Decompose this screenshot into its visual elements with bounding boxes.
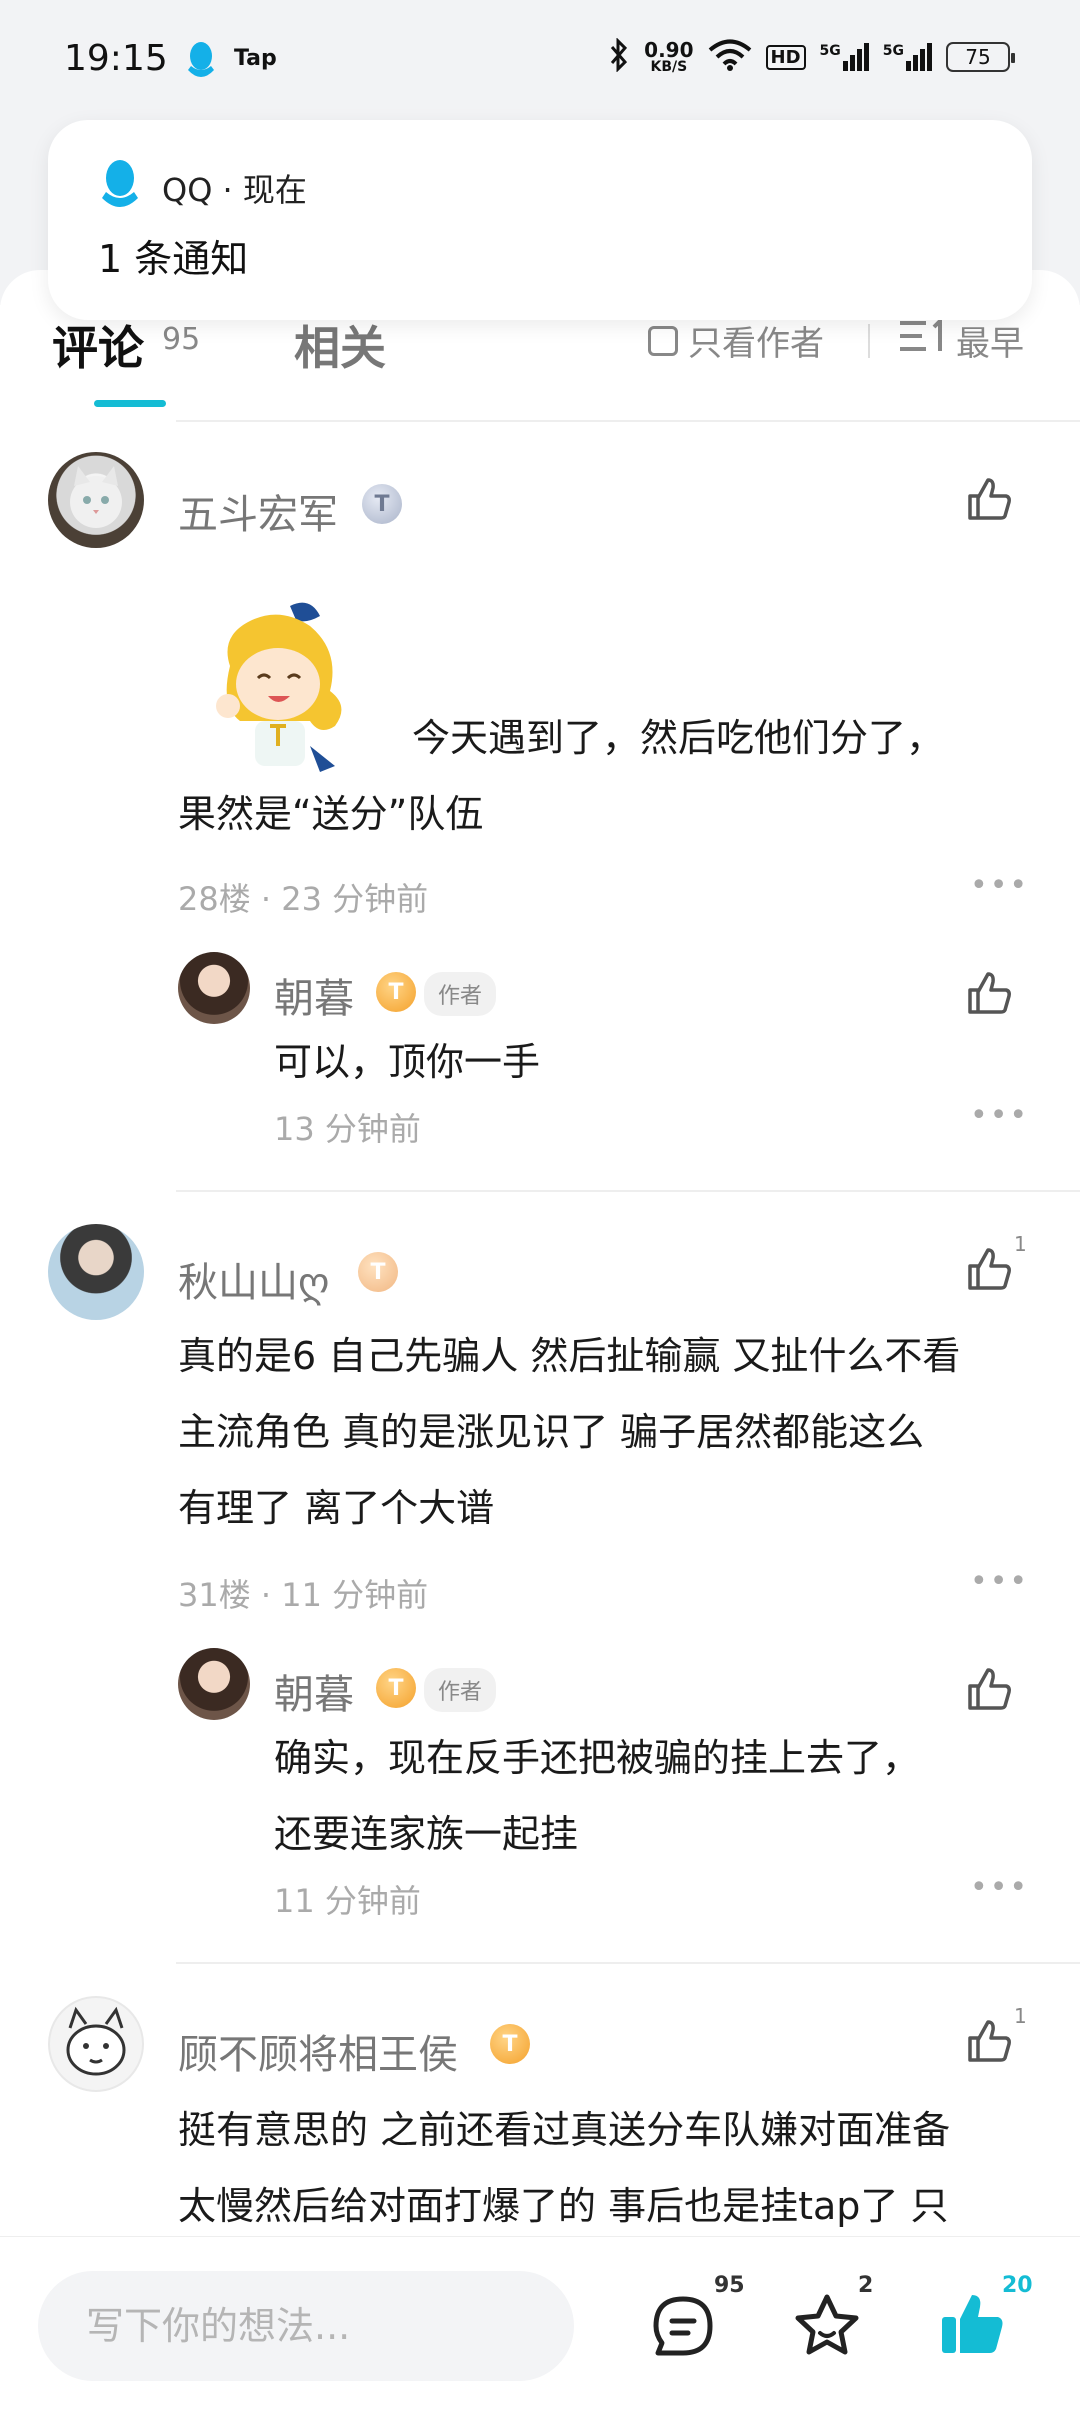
- signal-icon-2: 5G: [883, 43, 932, 71]
- sort-label: 最早: [956, 324, 1024, 364]
- more-options-icon[interactable]: •••: [970, 1564, 1029, 1599]
- net-speed-unit: KB/S: [650, 59, 688, 75]
- reply-text-line1: 确实，现在反手还把被骗的挂上去了，: [274, 1736, 921, 1780]
- sort-icon: [900, 316, 946, 362]
- bluetooth-icon: [608, 37, 630, 76]
- author-only-label: 只看作者: [688, 324, 824, 364]
- qq-status-icon: [183, 40, 219, 84]
- level-badge-icon: T: [490, 2024, 530, 2064]
- hd-icon: HD: [765, 44, 806, 70]
- comments-count: 95: [714, 2273, 745, 2298]
- bottom-action-bar: 写下你的想法... 95 2 20: [0, 2236, 1080, 2412]
- comment-text: 今天遇到了，然后吃他们分了，: [412, 716, 945, 760]
- comment-meta: 28楼 · 23 分钟前: [178, 880, 429, 918]
- reply-text-line2: 还要连家族一起挂: [274, 1812, 579, 1856]
- favorites-count: 2: [858, 2273, 874, 2298]
- author-tag: 作者: [424, 1668, 497, 1712]
- sort-toggle[interactable]: 最早: [900, 316, 1024, 365]
- like-icon[interactable]: [964, 474, 1014, 528]
- level-badge-icon: T: [376, 1668, 416, 1708]
- status-time: 19:15: [64, 38, 168, 79]
- author-tag: 作者: [424, 972, 497, 1016]
- avatar[interactable]: [48, 1996, 144, 2092]
- tab-active-indicator: [94, 400, 166, 407]
- likes-count: 20: [1002, 2273, 1033, 2298]
- reply-time: 11 分钟前: [274, 1882, 421, 1920]
- tabs-divider: [868, 324, 870, 358]
- signal-label-2: 5G: [882, 43, 904, 59]
- tab-related[interactable]: 相关: [294, 312, 386, 378]
- sticker-image: [200, 596, 360, 790]
- status-bar: 19:15 Tap 0.90 KB/S HD 5G 5G 75: [0, 0, 1080, 125]
- like-icon[interactable]: [964, 968, 1014, 1022]
- tab-comments[interactable]: 评论: [52, 312, 144, 378]
- author-only-toggle[interactable]: 只看作者: [648, 316, 824, 365]
- level-badge-icon: T: [358, 1252, 398, 1292]
- battery-icon: 75: [946, 42, 1015, 72]
- comment-text-line2: 主流角色 真的是涨见识了 骗子居然都能这么: [178, 1410, 925, 1454]
- more-options-icon[interactable]: •••: [970, 868, 1029, 903]
- signal-icon-1: 5G: [820, 43, 869, 71]
- avatar[interactable]: [48, 1224, 144, 1320]
- like-filled-icon[interactable]: [938, 2289, 1008, 2363]
- comment-text-line3: 有理了 离了个大谱: [178, 1486, 495, 1530]
- like-count: 1: [1014, 2004, 1027, 2028]
- reply-avatar[interactable]: [178, 952, 250, 1024]
- tab-comments-count: 95: [162, 322, 201, 357]
- like-icon[interactable]: [964, 2016, 1014, 2070]
- checkbox-icon: [648, 325, 678, 356]
- signal-label-1: 5G: [819, 43, 841, 59]
- network-speed: 0.90 KB/S: [644, 40, 693, 74]
- comment-username[interactable]: 顾不顾将相王侯: [178, 2022, 458, 2080]
- reply-username[interactable]: 朝暮: [274, 1662, 354, 1720]
- like-icon[interactable]: [964, 1664, 1014, 1718]
- reply-username[interactable]: 朝暮: [274, 966, 354, 1024]
- reply-avatar[interactable]: [178, 1648, 250, 1720]
- notification-text: 1 条通知: [98, 237, 249, 281]
- like-icon[interactable]: [964, 1244, 1014, 1298]
- like-count: 1: [1014, 1232, 1027, 1256]
- more-options-icon[interactable]: •••: [970, 1870, 1029, 1905]
- comment-input[interactable]: 写下你的想法...: [38, 2271, 574, 2381]
- qq-icon: [98, 158, 142, 218]
- comments-sheet: [0, 270, 1080, 2270]
- tabs-separator: [176, 420, 1080, 422]
- level-badge-icon: T: [376, 972, 416, 1012]
- comments-icon[interactable]: [650, 2293, 716, 2363]
- avatar[interactable]: [48, 452, 144, 548]
- comment-text-line1: 挺有意思的 之前还看过真送分车队嫌对面准备: [178, 2108, 951, 2152]
- comment-text-line2: 太慢然后给对面打爆了的 事后也是挂tap了 只: [178, 2184, 949, 2228]
- comment-separator: [176, 1190, 1080, 1192]
- net-speed-value: 0.90: [644, 38, 694, 62]
- reply-text: 可以，顶你一手: [274, 1040, 541, 1084]
- favorite-star-icon[interactable]: [792, 2291, 862, 2365]
- more-options-icon[interactable]: •••: [970, 1098, 1029, 1133]
- comment-text-line2: 果然是“送分”队伍: [178, 792, 484, 836]
- notification-app: QQ · 现在: [162, 171, 307, 209]
- qq-notification-banner[interactable]: QQ · 现在 1 条通知: [48, 120, 1032, 320]
- comment-username[interactable]: 五斗宏军: [178, 482, 338, 540]
- reply-time: 13 分钟前: [274, 1110, 421, 1148]
- comment-username[interactable]: 秋山山ღ: [178, 1250, 329, 1308]
- tap-status-label: Tap: [234, 46, 277, 71]
- level-badge-icon: T: [362, 484, 402, 524]
- comment-text-line1: 真的是6 自己先骗人 然后扯输赢 又扯什么不看: [178, 1334, 961, 1378]
- comment-separator: [176, 1962, 1080, 1964]
- comment-meta: 31楼 · 11 分钟前: [178, 1576, 429, 1614]
- wifi-icon: [708, 39, 752, 75]
